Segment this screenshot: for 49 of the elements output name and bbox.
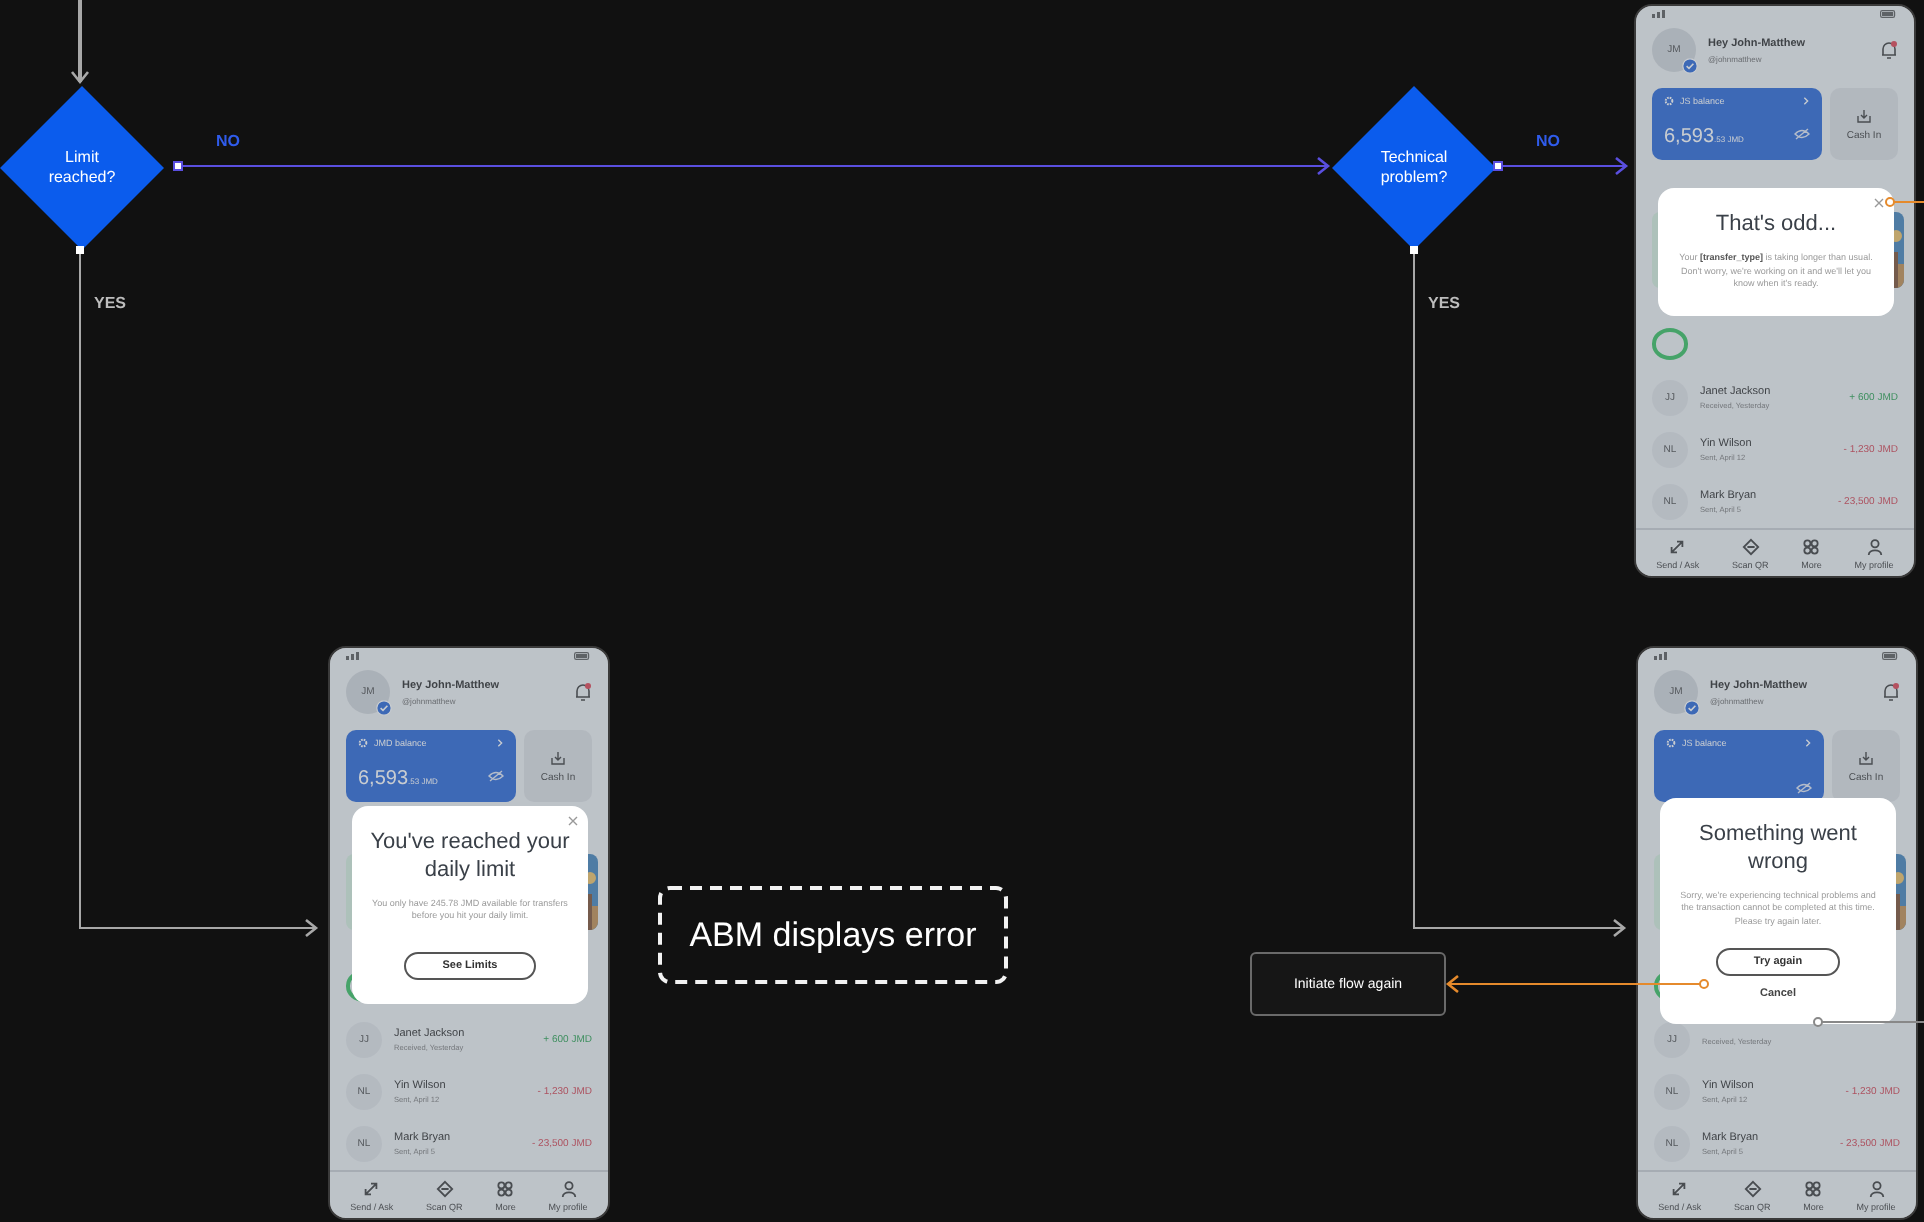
flow-arrow xyxy=(1493,156,1628,176)
scan-icon xyxy=(1741,538,1760,556)
battery-icon xyxy=(1882,651,1900,660)
dialog-title: You've reached your daily limit xyxy=(368,830,572,885)
eye-off-icon[interactable] xyxy=(488,770,504,783)
transfer-icon xyxy=(1670,1180,1689,1198)
chevron-icon xyxy=(496,738,504,749)
branch-label: NO xyxy=(216,132,240,150)
scan-icon xyxy=(1743,1180,1762,1198)
transfer-icon xyxy=(362,1180,381,1198)
status-ring-icon xyxy=(1652,328,1688,360)
profile-icon xyxy=(559,1180,578,1198)
dialog-title: That's odd... xyxy=(1713,212,1839,240)
download-icon xyxy=(1858,749,1874,766)
verified-badge-icon xyxy=(376,700,392,717)
gear-icon xyxy=(1664,96,1674,107)
bell-icon[interactable] xyxy=(1882,682,1900,703)
signal-icon xyxy=(346,651,362,660)
eye-off-icon[interactable] xyxy=(1794,128,1810,141)
battery-icon xyxy=(1880,9,1898,18)
bell-icon[interactable] xyxy=(574,682,592,703)
chevron-icon xyxy=(1802,96,1810,107)
branch-label: YES xyxy=(1428,294,1461,312)
verified-badge-icon xyxy=(1682,58,1698,75)
signal-icon xyxy=(1652,9,1668,18)
transfer-icon xyxy=(1668,538,1687,556)
scan-icon xyxy=(435,1180,454,1198)
close-icon[interactable] xyxy=(1874,198,1884,208)
profile-icon xyxy=(1865,538,1884,556)
branch-label: YES xyxy=(94,294,127,312)
profile-icon xyxy=(1867,1180,1886,1198)
branch-label: NO xyxy=(1536,132,1560,150)
close-icon[interactable] xyxy=(568,816,578,826)
signal-icon xyxy=(1654,651,1670,660)
eye-off-icon[interactable] xyxy=(1796,782,1812,795)
gear-icon xyxy=(358,738,368,749)
annotation-box: ABM displays error xyxy=(658,886,1008,984)
chevron-icon xyxy=(1804,738,1812,749)
grid-icon xyxy=(1804,1180,1823,1198)
download-icon xyxy=(550,749,566,766)
gear-icon xyxy=(1666,738,1676,749)
verified-badge-icon xyxy=(1684,700,1700,717)
battery-icon xyxy=(574,651,592,660)
grid-icon xyxy=(1802,538,1821,556)
download-icon xyxy=(1856,107,1872,124)
flow-arrow xyxy=(70,0,90,84)
grid-icon xyxy=(496,1180,515,1198)
dialog-title: Something went wrong xyxy=(1697,822,1859,877)
bell-icon[interactable] xyxy=(1880,40,1898,61)
